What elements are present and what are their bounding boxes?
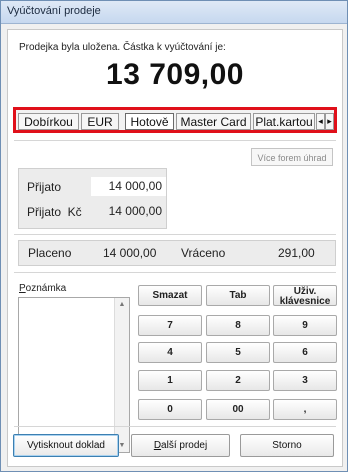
- more-payment-forms-button[interactable]: Více forem úhrad: [251, 148, 333, 166]
- change-value: 291,00: [278, 246, 315, 260]
- tab-hotove[interactable]: Hotově: [125, 113, 174, 130]
- window-title: Vyúčtování prodeje: [7, 5, 101, 17]
- divider: [14, 426, 336, 427]
- key-00[interactable]: 00: [206, 399, 270, 420]
- clear-button[interactable]: Smazat: [138, 285, 202, 306]
- divider: [14, 272, 336, 273]
- key-1[interactable]: 1: [138, 370, 202, 391]
- tab-scroll-right-icon[interactable]: ▸: [325, 113, 334, 130]
- paid-value: 14 000,00: [103, 246, 157, 260]
- key-6[interactable]: 6: [273, 342, 337, 363]
- key-4[interactable]: 4: [138, 342, 202, 363]
- tab-plat-kartou[interactable]: Plat.kartou: [253, 113, 315, 130]
- note-scrollbar[interactable]: ▲ ▼: [114, 298, 129, 452]
- note-textarea[interactable]: ▲ ▼: [18, 297, 130, 453]
- note-label: Poznámka: [19, 283, 67, 294]
- tab-master-card[interactable]: Master Card: [176, 113, 251, 130]
- paid-label: Placeno: [28, 246, 72, 260]
- dialog-panel: Prodejka byla uložena. Částka k vyúčtová…: [7, 29, 343, 467]
- print-receipt-button[interactable]: Vytisknout doklad: [13, 434, 119, 457]
- amount-due: 13 709,00: [106, 58, 244, 91]
- received-czk-value: 14 000,00: [108, 204, 162, 218]
- tab-dobirkou[interactable]: Dobírkou: [18, 113, 79, 130]
- key-7[interactable]: 7: [138, 315, 202, 336]
- payment-dialog: Vyúčtování prodeje Prodejka byla uložena…: [0, 0, 348, 472]
- key-decimal[interactable]: ,: [273, 399, 337, 420]
- saved-message: Prodejka byla uložena. Částka k vyúčtová…: [19, 42, 226, 53]
- divider: [14, 140, 336, 141]
- user-keyboard-button[interactable]: Uživ. klávesnice: [273, 285, 337, 307]
- key-8[interactable]: 8: [206, 315, 270, 336]
- cancel-button[interactable]: Storno: [240, 434, 334, 457]
- tab-key-button[interactable]: Tab: [206, 285, 270, 306]
- scroll-up-icon[interactable]: ▲: [115, 301, 129, 308]
- title-bar: Vyúčtování prodeje: [1, 1, 347, 24]
- tab-eur[interactable]: EUR: [81, 113, 119, 130]
- change-label: Vráceno: [181, 246, 226, 260]
- payment-method-tabs: Dobírkou EUR Hotově Master Card Plat.kar…: [13, 107, 337, 133]
- tab-scroll-left-icon[interactable]: ◂: [316, 113, 325, 130]
- key-0[interactable]: 0: [138, 399, 202, 420]
- received-czk-label: Přijato Kč: [27, 205, 82, 219]
- received-field[interactable]: 14 000,00: [91, 177, 166, 196]
- key-3[interactable]: 3: [273, 370, 337, 391]
- key-5[interactable]: 5: [206, 342, 270, 363]
- divider: [14, 234, 336, 235]
- received-box: Přijato 14 000,00 Přijato Kč 14 000,00: [18, 168, 167, 229]
- received-label: Přijato: [27, 180, 62, 194]
- key-9[interactable]: 9: [273, 315, 337, 336]
- next-sale-button[interactable]: Další prodej: [131, 434, 230, 457]
- summary-box: Placeno 14 000,00 Vráceno 291,00: [18, 240, 336, 266]
- key-2[interactable]: 2: [206, 370, 270, 391]
